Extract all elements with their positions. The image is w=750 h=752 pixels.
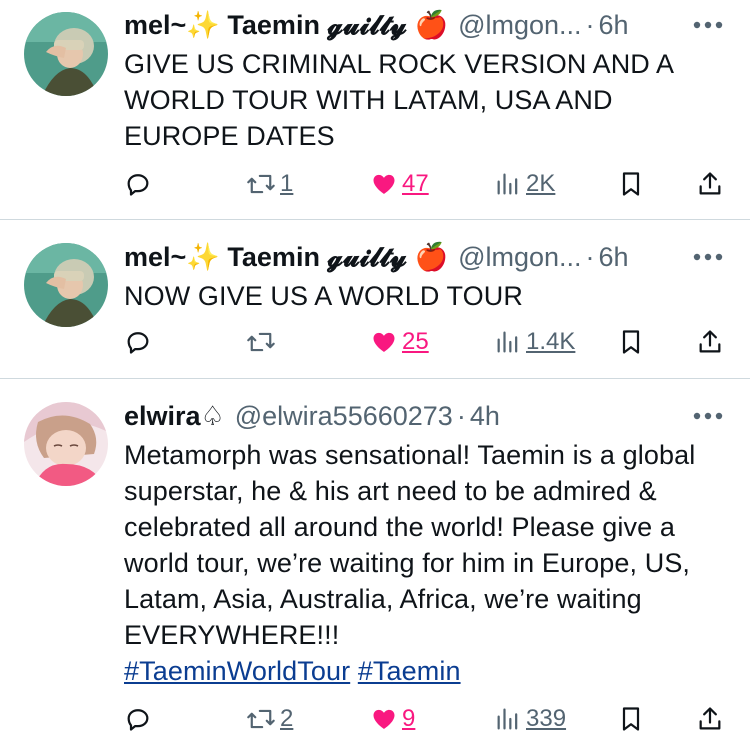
views-icon xyxy=(494,328,522,356)
retweet-button[interactable]: 2 xyxy=(246,701,293,737)
reply-icon xyxy=(124,705,152,733)
avatar[interactable] xyxy=(24,402,108,486)
like-count: 9 xyxy=(402,705,416,732)
share-icon xyxy=(696,705,724,733)
retweet-icon xyxy=(246,170,276,198)
tweet-body: mel~✨ Taemin 𝓰𝓾𝓲𝓵𝓽𝔂 🍎 @lmgon... · 6h NOW… xyxy=(124,238,726,314)
heart-filled-icon xyxy=(370,328,398,356)
retweet-button[interactable]: 1 xyxy=(246,166,293,202)
share-button[interactable] xyxy=(696,166,724,202)
like-count: 25 xyxy=(402,328,429,355)
more-icon[interactable] xyxy=(690,238,726,276)
bookmark-icon xyxy=(618,170,644,198)
timestamp[interactable]: 6h xyxy=(599,6,629,44)
views-icon xyxy=(494,170,522,198)
tweet-header: mel~✨ Taemin 𝓰𝓾𝓲𝓵𝓽𝔂 🍎 @lmgon... · 6h xyxy=(124,238,726,276)
bookmark-button[interactable] xyxy=(618,166,644,202)
retweet-icon xyxy=(246,328,276,356)
retweet-icon xyxy=(246,705,276,733)
avatar[interactable] xyxy=(24,243,108,327)
tweet-text: Metamorph was sensational! Taemin is a g… xyxy=(124,440,696,650)
avatar[interactable] xyxy=(24,12,108,96)
tweet-text: GIVE US CRIMINAL ROCK VERSION AND A WORL… xyxy=(124,49,673,151)
reply-button[interactable] xyxy=(124,166,152,202)
heart-filled-icon xyxy=(370,705,398,733)
views-count: 2K xyxy=(526,170,556,197)
views-icon xyxy=(494,705,522,733)
tweet-actions: 2 9 339 xyxy=(124,701,730,737)
share-icon xyxy=(696,170,724,198)
reply-icon xyxy=(124,170,152,198)
hashtag-link[interactable]: #TaeminWorldTour xyxy=(124,656,350,686)
tweet[interactable]: mel~✨ Taemin 𝓰𝓾𝓲𝓵𝓽𝔂 🍎 @lmgon... · 6h GIV… xyxy=(0,0,750,220)
reply-button[interactable] xyxy=(124,701,152,737)
like-count: 47 xyxy=(402,170,429,197)
display-name[interactable]: mel~✨ Taemin 𝓰𝓾𝓲𝓵𝓽𝔂 🍎 xyxy=(124,238,448,276)
handle[interactable]: @lmgon... xyxy=(458,6,581,44)
handle[interactable]: @elwira55660273 xyxy=(235,397,453,435)
tweet-header: mel~✨ Taemin 𝓰𝓾𝓲𝓵𝓽𝔂 🍎 @lmgon... · 6h xyxy=(124,6,726,44)
timestamp[interactable]: 6h xyxy=(599,238,629,276)
handle[interactable]: @lmgon... xyxy=(458,238,581,276)
timeline: mel~✨ Taemin 𝓰𝓾𝓲𝓵𝓽𝔂 🍎 @lmgon... · 6h GIV… xyxy=(0,0,750,752)
hashtag-link[interactable]: #Taemin xyxy=(358,656,461,686)
bookmark-button[interactable] xyxy=(618,701,644,737)
retweet-button[interactable] xyxy=(246,324,280,360)
views-count: 1.4K xyxy=(526,328,576,355)
separator-dot: · xyxy=(585,10,595,40)
reply-button[interactable] xyxy=(124,324,152,360)
views-count: 339 xyxy=(526,705,567,732)
tweet-body: elwira♤ @elwira55660273 · 4h Metamorph w… xyxy=(124,397,726,689)
tweet-text-block: Metamorph was sensational! Taemin is a g… xyxy=(124,437,726,689)
tweet-text: NOW GIVE US A WORLD TOUR xyxy=(124,281,523,311)
separator-dot: · xyxy=(456,401,466,431)
bookmark-icon xyxy=(618,705,644,733)
tweet[interactable]: elwira♤ @elwira55660273 · 4h Metamorph w… xyxy=(0,379,750,752)
tweet-actions: 25 1.4K xyxy=(124,324,730,360)
retweet-count: 1 xyxy=(280,170,294,197)
display-name[interactable]: mel~✨ Taemin 𝓰𝓾𝓲𝓵𝓽𝔂 🍎 xyxy=(124,6,448,44)
views-button[interactable]: 339 xyxy=(494,701,566,737)
more-icon[interactable] xyxy=(690,397,726,435)
separator-dot: · xyxy=(585,242,595,272)
share-icon xyxy=(696,328,724,356)
views-button[interactable]: 2K xyxy=(494,166,555,202)
bookmark-button[interactable] xyxy=(618,324,644,360)
bookmark-icon xyxy=(618,328,644,356)
tweet-actions: 1 47 2K xyxy=(124,166,730,202)
display-name[interactable]: elwira♤ xyxy=(124,397,225,435)
tweet-header: elwira♤ @elwira55660273 · 4h xyxy=(124,397,726,435)
retweet-count: 2 xyxy=(280,705,294,732)
reply-icon xyxy=(124,328,152,356)
timestamp[interactable]: 4h xyxy=(470,397,500,435)
like-button[interactable]: 25 xyxy=(370,324,429,360)
like-button[interactable]: 47 xyxy=(370,166,429,202)
share-button[interactable] xyxy=(696,324,724,360)
like-button[interactable]: 9 xyxy=(370,701,415,737)
views-button[interactable]: 1.4K xyxy=(494,324,575,360)
tweet-body: mel~✨ Taemin 𝓰𝓾𝓲𝓵𝓽𝔂 🍎 @lmgon... · 6h GIV… xyxy=(124,6,726,154)
tweet[interactable]: mel~✨ Taemin 𝓰𝓾𝓲𝓵𝓽𝔂 🍎 @lmgon... · 6h NOW… xyxy=(0,220,750,379)
heart-filled-icon xyxy=(370,170,398,198)
share-button[interactable] xyxy=(696,701,724,737)
more-icon[interactable] xyxy=(690,6,726,44)
